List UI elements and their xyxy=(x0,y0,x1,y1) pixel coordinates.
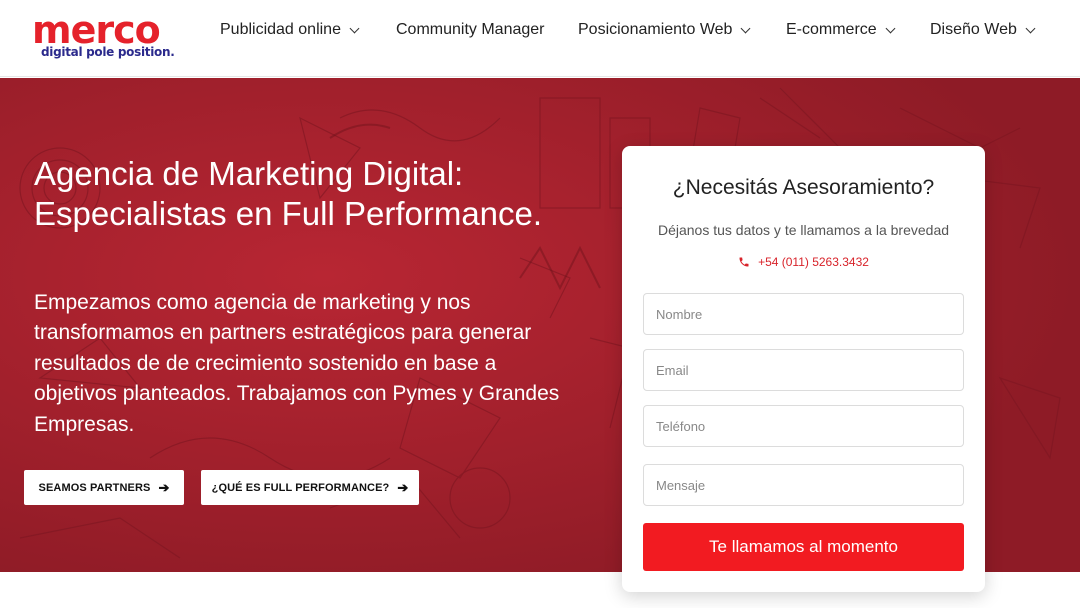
nav-item-label: Community Manager xyxy=(396,21,545,38)
arrow-right-icon: ➔ xyxy=(158,479,170,495)
phone-icon xyxy=(739,257,749,267)
hero-description: Empezamos como agencia de marketing y no… xyxy=(34,291,560,436)
nav-item-posicionamiento-web[interactable]: Posicionamiento Web xyxy=(578,20,751,40)
button-label: SEAMOS PARTNERS xyxy=(38,481,151,494)
seamos-partners-button[interactable]: SEAMOS PARTNERS ➔ xyxy=(24,470,184,505)
logo-tagline: digital pole position. xyxy=(41,45,175,59)
que-es-full-performance-button[interactable]: ¿QUÉ ES FULL PERFORMANCE? ➔ xyxy=(201,470,419,505)
chevron-down-icon xyxy=(349,23,360,33)
button-label: ¿QUÉ ES FULL PERFORMANCE? xyxy=(211,481,390,494)
nav-item-label: Posicionamiento Web xyxy=(578,21,733,38)
nav-item-label: Diseño Web xyxy=(930,21,1017,38)
nav-item-e-commerce[interactable]: E-commerce xyxy=(786,20,896,40)
nav-item-label: Publicidad online xyxy=(220,21,341,38)
chevron-down-icon xyxy=(741,23,751,33)
nav-item-label: E-commerce xyxy=(786,21,877,38)
site-header: merco digital pole position. Publicidad … xyxy=(0,0,1080,77)
nav-item-publicidad-online[interactable]: Publicidad online xyxy=(220,20,360,40)
chevron-down-icon xyxy=(1025,23,1036,33)
merco-logo[interactable]: merco digital pole position. xyxy=(32,10,182,64)
nav-item-community-manager[interactable]: Community Manager xyxy=(396,20,545,40)
chevron-down-icon xyxy=(885,23,896,33)
phone-link[interactable]: +54 (011) 5263.3432 xyxy=(622,255,985,269)
contact-form-card: ¿Necesitás Asesoramiento? Déjanos tus da… xyxy=(622,146,985,592)
phone-number: +54 (011) 5263.3432 xyxy=(758,255,869,269)
form-subtitle: Déjanos tus datos y te llamamos a la bre… xyxy=(657,222,950,238)
form-title: ¿Necesitás Asesoramiento? xyxy=(672,176,935,199)
arrow-right-icon: ➔ xyxy=(397,479,409,495)
submit-button[interactable]: Te llamamos al momento xyxy=(643,523,964,571)
phone-field[interactable] xyxy=(643,405,964,447)
message-field[interactable] xyxy=(643,464,964,506)
nav-item-diseno-web[interactable]: Diseño Web xyxy=(930,20,1036,40)
email-field[interactable] xyxy=(643,349,964,391)
name-field[interactable] xyxy=(643,293,964,335)
logo-wordmark: merco xyxy=(32,8,161,52)
hero-title: Agencia de Marketing Digital: Especialis… xyxy=(34,155,543,232)
